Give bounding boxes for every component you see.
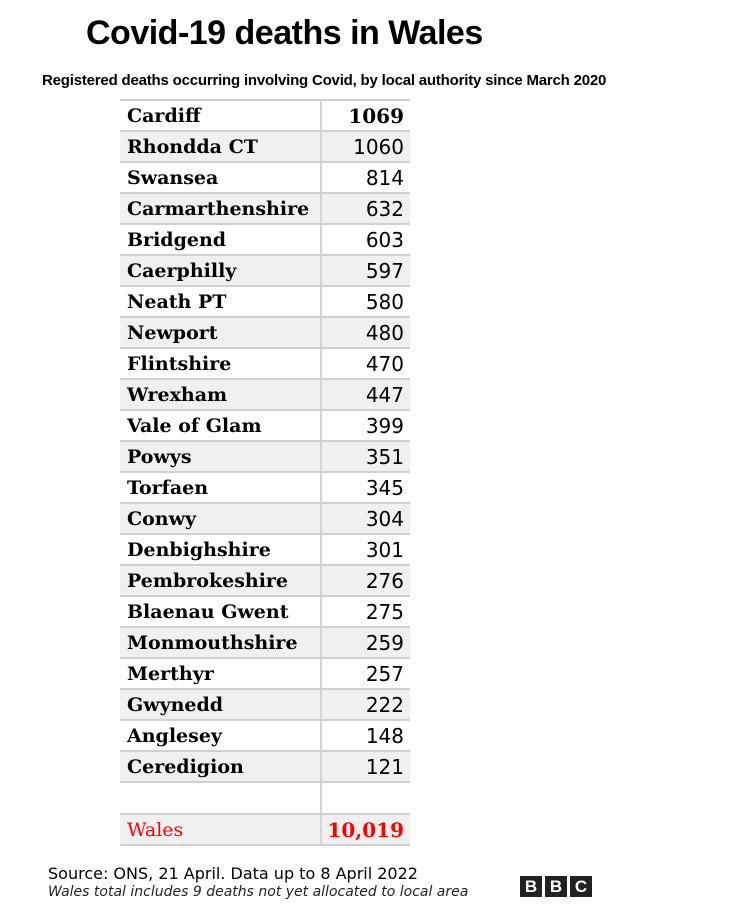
table-row: Caerphilly 597 bbox=[120, 256, 410, 287]
table-row: Carmarthenshire 632 bbox=[120, 194, 410, 225]
death-count: 399 bbox=[365, 414, 404, 438]
local-authority-name: Bridgend bbox=[120, 225, 322, 254]
local-authority-name: Blaenau Gwent bbox=[120, 597, 322, 626]
local-authority-name: Newport bbox=[120, 318, 322, 347]
table-row: Rhondda CT 1060 bbox=[120, 132, 410, 163]
table-row: Flintshire 470 bbox=[120, 349, 410, 380]
local-authority-name: Denbighshire bbox=[120, 535, 322, 564]
death-count: 603 bbox=[365, 228, 404, 252]
table-row: Conwy 304 bbox=[120, 504, 410, 535]
total-row: Wales 10,019 bbox=[120, 815, 410, 846]
table-row: Torfaen 345 bbox=[120, 473, 410, 504]
source-text: Source: ONS, 21 April. Data up to 8 Apri… bbox=[48, 864, 418, 883]
table-row: Newport 480 bbox=[120, 318, 410, 349]
local-authority-name: Powys bbox=[120, 442, 322, 471]
table-row: Gwynedd 222 bbox=[120, 690, 410, 721]
local-authority-name: Wrexham bbox=[120, 380, 322, 409]
spacer-cell bbox=[322, 783, 410, 813]
local-authority-name: Swansea bbox=[120, 163, 322, 192]
table-row: Vale of Glam 399 bbox=[120, 411, 410, 442]
table-row: Swansea 814 bbox=[120, 163, 410, 194]
total-value: 10,019 bbox=[327, 818, 404, 842]
death-count: 257 bbox=[365, 662, 404, 686]
local-authority-name: Conwy bbox=[120, 504, 322, 533]
local-authority-name: Pembrokeshire bbox=[120, 566, 322, 595]
table-row: Neath PT 580 bbox=[120, 287, 410, 318]
table-row: Powys 351 bbox=[120, 442, 410, 473]
table-row: Monmouthshire 259 bbox=[120, 628, 410, 659]
death-count: 580 bbox=[365, 290, 404, 314]
death-count: 121 bbox=[365, 755, 404, 779]
local-authority-name: Anglesey bbox=[120, 721, 322, 750]
local-authority-name: Gwynedd bbox=[120, 690, 322, 719]
table-row: Cardiff 1069 bbox=[120, 101, 410, 132]
bbc-logo-letter: C bbox=[570, 876, 592, 897]
local-authority-name: Merthyr bbox=[120, 659, 322, 688]
table-row: Anglesey 148 bbox=[120, 721, 410, 752]
total-label: Wales bbox=[120, 815, 322, 844]
local-authority-name: Neath PT bbox=[120, 287, 322, 316]
death-count: 345 bbox=[365, 476, 404, 500]
local-authority-name: Torfaen bbox=[120, 473, 322, 502]
table-row: Denbighshire 301 bbox=[120, 535, 410, 566]
table-row: Blaenau Gwent 275 bbox=[120, 597, 410, 628]
death-count: 597 bbox=[365, 259, 404, 283]
spacer-cell bbox=[120, 783, 322, 813]
table-row: Pembrokeshire 276 bbox=[120, 566, 410, 597]
bbc-logo: B B C bbox=[520, 876, 592, 897]
death-count: 301 bbox=[365, 538, 404, 562]
death-count: 148 bbox=[365, 724, 404, 748]
local-authority-name: Carmarthenshire bbox=[120, 194, 322, 223]
deaths-table: Cardiff 1069 Rhondda CT 1060 Swansea 814 Carma… bbox=[120, 99, 410, 846]
table-row: Merthyr 257 bbox=[120, 659, 410, 690]
local-authority-name: Caerphilly bbox=[120, 256, 322, 285]
local-authority-name: Cardiff bbox=[120, 101, 322, 130]
death-count: 304 bbox=[365, 507, 404, 531]
death-count: 470 bbox=[365, 352, 404, 376]
local-authority-name: Rhondda CT bbox=[120, 132, 322, 161]
death-count: 1060 bbox=[353, 135, 404, 159]
bbc-logo-letter: B bbox=[520, 876, 542, 897]
death-count: 447 bbox=[365, 383, 404, 407]
death-count: 1069 bbox=[348, 104, 404, 128]
death-count: 632 bbox=[365, 197, 404, 221]
death-count: 222 bbox=[365, 693, 404, 717]
table-row: Wrexham 447 bbox=[120, 380, 410, 411]
local-authority-name: Flintshire bbox=[120, 349, 322, 378]
table-row: Bridgend 603 bbox=[120, 225, 410, 256]
death-count: 275 bbox=[365, 600, 404, 624]
death-count: 814 bbox=[365, 166, 404, 190]
spacer-row bbox=[120, 783, 410, 815]
death-count: 276 bbox=[365, 569, 404, 593]
death-count: 351 bbox=[365, 445, 404, 469]
local-authority-name: Ceredigion bbox=[120, 752, 322, 781]
local-authority-name: Monmouthshire bbox=[120, 628, 322, 657]
death-count: 259 bbox=[365, 631, 404, 655]
death-count: 480 bbox=[365, 321, 404, 345]
table-row: Ceredigion 121 bbox=[120, 752, 410, 783]
chart-title: Covid-19 deaths in Wales bbox=[86, 14, 483, 52]
footnote-text: Wales total includes 9 deaths not yet al… bbox=[48, 884, 469, 900]
bbc-logo-letter: B bbox=[545, 876, 567, 897]
local-authority-name: Vale of Glam bbox=[120, 411, 322, 440]
chart-subtitle: Registered deaths occurring involving Co… bbox=[42, 72, 607, 89]
